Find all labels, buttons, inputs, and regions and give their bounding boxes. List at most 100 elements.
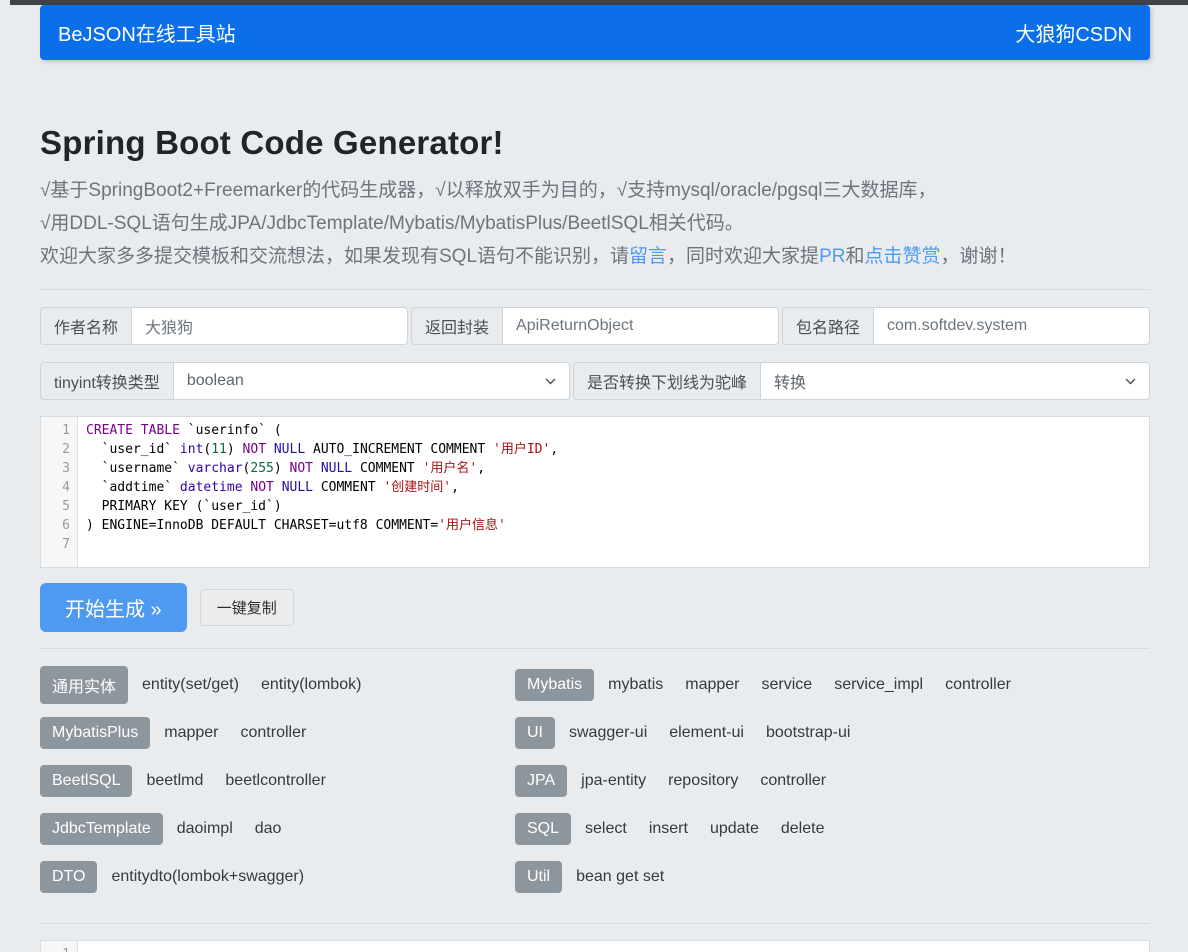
template-item[interactable]: mybatis (608, 676, 663, 694)
template-item[interactable]: repository (668, 772, 738, 790)
template-item[interactable]: mapper (685, 676, 739, 694)
template-item[interactable]: beetlcontroller (225, 772, 326, 790)
editor-line: 2 `user_id` int(11) NOT NULL AUTO_INCREM… (41, 440, 1149, 459)
author-field-group: 作者名称 大狼狗 (40, 307, 408, 345)
template-item[interactable]: entity(lombok) (261, 676, 361, 694)
description-text: ，谢谢！ (941, 246, 1017, 267)
template-column-left: 通用实体 entity(set/get) entity(lombok) Mybatis… (40, 667, 515, 907)
navbar-csdn-link[interactable]: 大狼狗CSDN (1015, 18, 1132, 47)
camelcase-convert-select[interactable]: 转换 (760, 362, 1150, 400)
package-path-field-group: 包名路径 com.softdev.system (782, 307, 1150, 345)
template-category-button[interactable]: BeetlSQL (40, 765, 132, 797)
template-item[interactable]: bean get set (576, 868, 664, 886)
action-buttons: 开始生成 » 一键复制 (40, 583, 1150, 632)
template-item[interactable]: mapper (164, 724, 218, 742)
tinyint-type-label: tinyint转换类型 (40, 362, 173, 400)
sql-input-editor[interactable]: 1CREATE TABLE `userinfo` (2 `user_id` in… (40, 416, 1150, 568)
generate-button[interactable]: 开始生成 » (40, 583, 187, 632)
template-row: JdbcTemplate daoimpl dao (40, 811, 515, 847)
code-token: 11 (211, 442, 227, 457)
template-item[interactable]: swagger-ui (569, 724, 647, 742)
template-item[interactable]: daoimpl (177, 820, 233, 838)
template-item[interactable]: select (585, 820, 627, 838)
template-item[interactable]: dao (255, 820, 282, 838)
return-wrapper-field-group: 返回封装 ApiReturnObject (411, 307, 779, 345)
editor-line: 5 PRIMARY KEY (`user_id`) (41, 497, 1149, 516)
code-token: datetime (180, 480, 243, 495)
code-token: ) (274, 461, 290, 476)
navbar-brand-link[interactable]: BeJSON在线工具站 (58, 18, 236, 47)
code-token: NOT (290, 461, 313, 476)
line-number: 1 (41, 945, 79, 952)
author-input[interactable]: 大狼狗 (131, 307, 408, 345)
template-item[interactable]: controller (241, 724, 307, 742)
line-number: 3 (41, 459, 79, 478)
editor-line: 7 (41, 535, 1149, 554)
tinyint-type-group: tinyint转换类型 boolean (40, 362, 570, 400)
line-number: 5 (41, 497, 79, 516)
template-category-button[interactable]: SQL (515, 813, 571, 845)
return-wrapper-input[interactable]: ApiReturnObject (502, 307, 779, 345)
template-category-button[interactable]: 通用实体 (40, 666, 128, 704)
code-token: 255 (250, 461, 273, 476)
description-text: 和 (845, 246, 864, 267)
chevron-down-icon (545, 378, 556, 385)
template-item[interactable]: entitydto(lombok+swagger) (111, 868, 304, 886)
code-token: PRIMARY KEY (`user_id`) (86, 499, 282, 514)
description-link[interactable]: 点击赞赏 (864, 246, 940, 267)
main-container: Spring Boot Code Generator! √基于SpringBoo… (40, 60, 1150, 952)
template-item[interactable]: controller (760, 772, 826, 790)
copy-button[interactable]: 一键复制 (200, 589, 294, 626)
divider-bottom (40, 923, 1150, 924)
code-token: `user_id` (86, 442, 180, 457)
template-item[interactable]: service (762, 676, 813, 694)
code-token (266, 442, 274, 457)
description-text: ，同时欢迎大家提 (667, 246, 819, 267)
form-row-2: tinyint转换类型 boolean 是否转换下划线为驼峰 转换 (40, 362, 1150, 400)
line-number: 2 (41, 440, 79, 459)
template-category-button[interactable]: Util (515, 861, 562, 893)
code-token: varchar (188, 461, 243, 476)
description: √基于SpringBoot2+Freemarker的代码生成器，√以释放双手为目… (40, 174, 1150, 273)
tinyint-type-select[interactable]: boolean (173, 362, 570, 400)
template-item[interactable]: controller (945, 676, 1011, 694)
camelcase-convert-label: 是否转换下划线为驼峰 (573, 362, 760, 400)
template-item[interactable]: update (710, 820, 759, 838)
template-item[interactable]: entity(set/get) (142, 676, 239, 694)
code-token: CREATE TABLE (86, 423, 180, 438)
package-path-input[interactable]: com.softdev.system (873, 307, 1150, 345)
code-text: `user_id` int(11) NOT NULL AUTO_INCREMEN… (79, 440, 558, 459)
template-item[interactable]: bootstrap-ui (766, 724, 851, 742)
code-token: '用户名' (423, 461, 478, 476)
description-text: 欢迎大家多多提交模板和交流想法，如果发现有SQL语句不能识别，请 (40, 246, 629, 267)
code-token (274, 480, 282, 495)
description-link[interactable]: PR (819, 246, 845, 267)
template-category-button[interactable]: UI (515, 717, 555, 749)
code-token: COMMENT (313, 480, 383, 495)
editor-line: 1 (41, 945, 1149, 952)
template-item[interactable]: beetlmd (146, 772, 203, 790)
template-category-button[interactable]: JdbcTemplate (40, 813, 163, 845)
output-editor[interactable]: 1 (40, 940, 1150, 952)
code-token (313, 461, 321, 476)
code-token: `userinfo` ( (180, 423, 282, 438)
template-item[interactable]: insert (649, 820, 688, 838)
template-category-button[interactable]: MybatisPlus (40, 717, 150, 749)
template-item[interactable]: delete (781, 820, 825, 838)
template-item[interactable]: jpa-entity (581, 772, 646, 790)
line-number: 7 (41, 535, 79, 554)
description-link[interactable]: 留言 (629, 246, 667, 267)
template-category-button[interactable]: Mybatis (515, 669, 594, 701)
code-text (79, 945, 86, 952)
page-title: Spring Boot Code Generator! (40, 124, 1150, 162)
code-token: `username` (86, 461, 188, 476)
template-category-button[interactable]: DTO (40, 861, 97, 893)
template-grid: 通用实体 entity(set/get) entity(lombok) Mybatis… (40, 667, 1150, 907)
template-column-right: Mybatismybatismapperserviceservice_implc… (515, 667, 1150, 907)
template-item[interactable]: element-ui (669, 724, 744, 742)
template-category-button[interactable]: JPA (515, 765, 567, 797)
navbar: BeJSON在线工具站 大狼狗CSDN (40, 5, 1150, 60)
line-number: 4 (41, 478, 79, 497)
template-item[interactable]: service_impl (834, 676, 923, 694)
code-text: PRIMARY KEY (`user_id`) (79, 497, 282, 516)
